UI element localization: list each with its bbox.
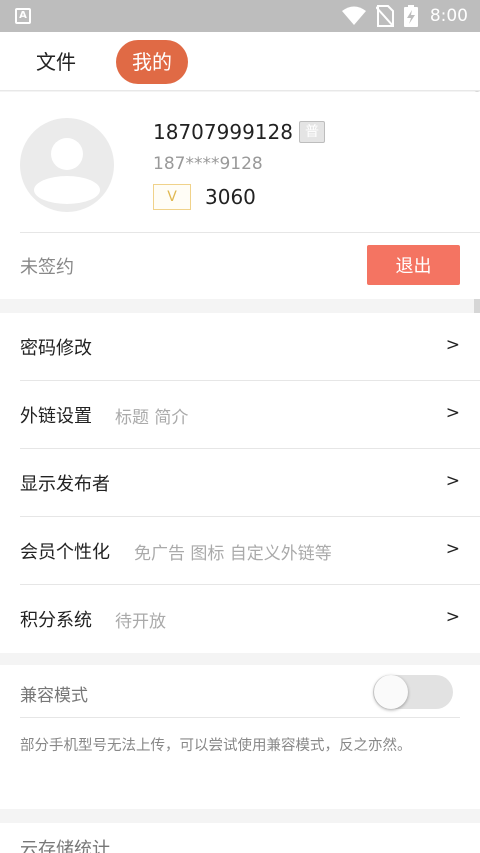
vip-badge: V [153, 184, 191, 210]
menu-item-subtitle: 标题 简介 [115, 408, 189, 428]
profile-card: 18707999128 普 187****9128 V 3060 未签约 退出 [0, 92, 480, 299]
chevron-right-icon: > [445, 335, 460, 355]
default-user-icon [34, 138, 100, 204]
menu-item-points-system[interactable]: 积分系统 待开放 > [20, 585, 480, 653]
tab-mine[interactable]: 我的 [116, 40, 188, 84]
sign-status: 未签约 [20, 257, 74, 278]
menu-item-title: 显示发布者 [20, 474, 110, 495]
no-sim-icon [375, 5, 394, 27]
menu-item-show-publisher[interactable]: 显示发布者 > [20, 449, 480, 517]
compat-mode-label: 兼容模式 [20, 686, 88, 706]
points-row: V 3060 [153, 184, 256, 210]
wifi-icon [341, 6, 366, 25]
menu-item-title: 会员个性化 [20, 542, 110, 563]
menu-item-password[interactable]: 密码修改 > [20, 313, 480, 381]
cloud-storage-section[interactable]: 云存储统计 [0, 823, 480, 853]
chevron-right-icon: > [445, 607, 460, 627]
status-time: 8:00 [429, 6, 468, 26]
cloud-storage-title: 云存储统计 [20, 839, 110, 853]
status-icons: 8:00 [341, 4, 468, 28]
logout-button[interactable]: 退出 [367, 245, 460, 285]
chevron-right-icon: > [445, 403, 460, 423]
menu-item-title: 密码修改 [20, 338, 92, 359]
compat-mode-description: 部分手机型号无法上传，可以尝试使用兼容模式，反之亦然。 [20, 738, 412, 754]
points-value: 3060 [205, 185, 256, 209]
menu-item-link-settings[interactable]: 外链设置 标题 简介 > [20, 381, 480, 449]
menu-item-member-customization[interactable]: 会员个性化 免广告 图标 自定义外链等 > [20, 517, 480, 585]
status-bar: A 8:00 [0, 0, 480, 32]
menu-item-subtitle: 待开放 [115, 612, 166, 632]
battery-charging-icon [403, 5, 418, 27]
divider [20, 232, 480, 233]
avatar[interactable] [20, 118, 114, 212]
compat-mode-toggle[interactable] [373, 675, 453, 709]
menu-item-subtitle: 免广告 图标 自定义外链等 [134, 544, 332, 564]
chevron-right-icon: > [445, 539, 460, 559]
phone-number: 18707999128 [153, 120, 293, 144]
divider [20, 717, 460, 718]
compat-mode-section: 兼容模式 部分手机型号无法上传，可以尝试使用兼容模式，反之亦然。 [0, 665, 480, 809]
menu-item-title: 外链设置 [20, 406, 92, 427]
app-notification-icon: A [15, 8, 31, 24]
top-tab-bar: 文件 我的 [0, 32, 480, 91]
chevron-right-icon: > [445, 471, 460, 491]
toggle-knob [374, 675, 408, 709]
user-phone: 18707999128 普 [153, 120, 325, 144]
level-badge: 普 [298, 121, 325, 143]
tab-file[interactable]: 文件 [26, 40, 86, 84]
masked-phone: 187****9128 [153, 154, 263, 174]
settings-menu: 密码修改 > 外链设置 标题 简介 > 显示发布者 > 会员个性化 免广告 图标… [0, 313, 480, 653]
menu-item-title: 积分系统 [20, 610, 92, 631]
